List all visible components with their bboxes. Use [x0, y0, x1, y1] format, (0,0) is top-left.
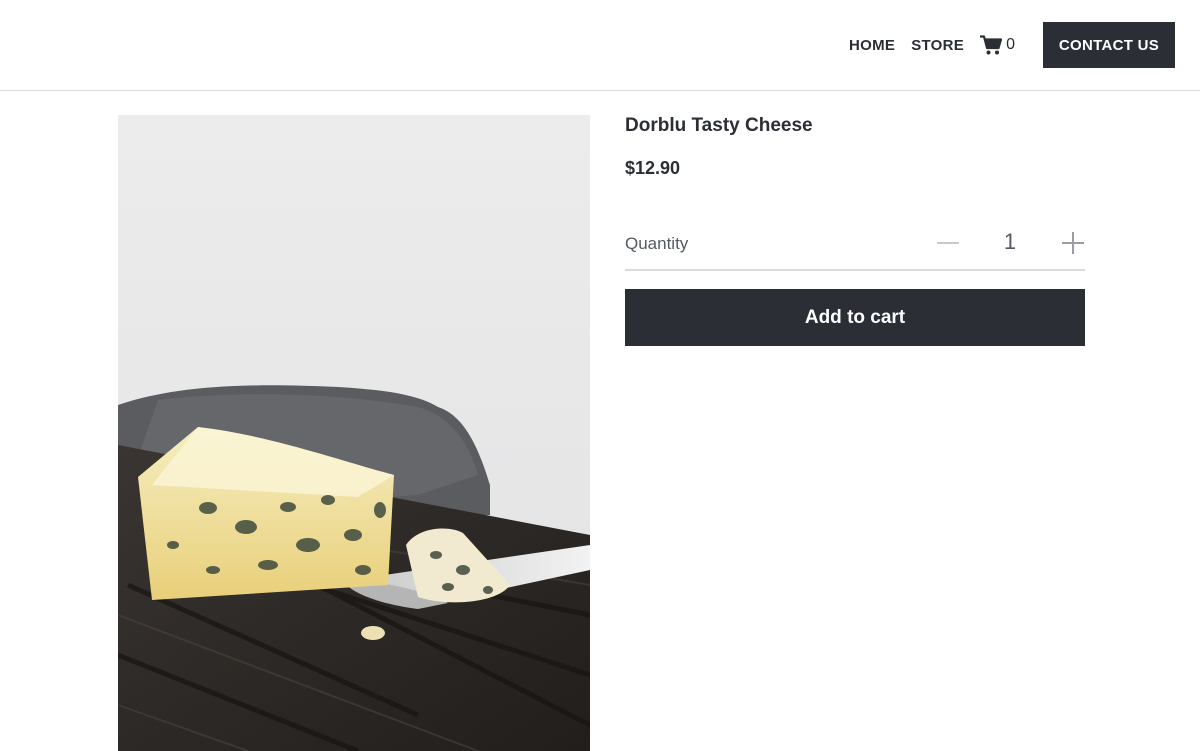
- cart-link[interactable]: 0: [980, 35, 1015, 55]
- add-to-cart-button[interactable]: Add to cart: [625, 289, 1085, 346]
- main-nav: HOME STORE 0 CONTACT US: [849, 22, 1175, 68]
- product-details: Dorblu Tasty Cheese $12.90 Quantity 1 Ad…: [625, 115, 1085, 346]
- contact-us-button[interactable]: CONTACT US: [1043, 22, 1175, 68]
- cheese-photo: [118, 115, 590, 751]
- quantity-selector: Quantity 1: [625, 229, 1085, 271]
- nav-home-link[interactable]: HOME: [849, 37, 895, 54]
- quantity-value[interactable]: 1: [995, 229, 1025, 255]
- cart-count: 0: [1006, 36, 1015, 53]
- plus-icon[interactable]: [1061, 231, 1085, 255]
- site-header: HOME STORE 0 CONTACT US: [0, 0, 1200, 91]
- shopping-cart-icon: [980, 35, 1003, 55]
- product-image: [118, 115, 590, 751]
- quantity-label: Quantity: [625, 234, 689, 253]
- nav-store-link[interactable]: STORE: [911, 37, 964, 54]
- product-title: Dorblu Tasty Cheese: [625, 115, 813, 136]
- minus-icon[interactable]: [937, 231, 959, 253]
- product-price: $12.90: [625, 158, 681, 178]
